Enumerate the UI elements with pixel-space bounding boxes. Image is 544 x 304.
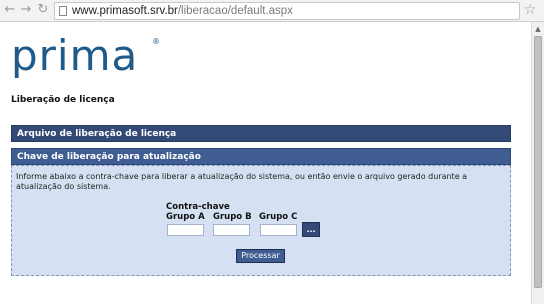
forward-arrow-icon[interactable]: → [18,2,34,18]
url-text: www.primasoft.srv.br/liberacao/default.a… [72,4,293,18]
back-arrow-icon[interactable]: ← [2,2,18,18]
browse-button[interactable]: ... [302,222,320,237]
section-file-release[interactable]: Arquivo de liberação de licença [11,125,511,142]
reload-icon[interactable]: ↻ [35,2,51,18]
url-domain: www.primasoft.srv.br [72,5,178,17]
group-c-label: Grupo C [259,212,298,222]
url-path: /liberacao/default.aspx [177,5,293,17]
group-a-input[interactable] [167,224,204,236]
address-bar[interactable]: www.primasoft.srv.br/liberacao/default.a… [54,2,520,20]
star-icon[interactable]: ☆ [522,2,538,18]
scroll-thumb[interactable] [534,36,542,288]
page-title: Liberação de licença [11,95,115,105]
process-button[interactable]: Processar [236,249,285,263]
logo-text: prima [11,31,138,78]
page-icon [59,6,67,16]
browser-toolbar: ← → ↻ www.primasoft.srv.br/liberacao/def… [0,0,544,22]
contra-chave-label: Contra-chave [166,202,230,212]
info-text: Informe abaixo a contra-chave para liber… [16,172,468,191]
group-a-label: Grupo A [166,212,205,222]
group-c-input[interactable] [260,224,297,236]
prima-logo: prima ® [11,31,160,78]
group-b-input[interactable] [213,224,250,236]
section-update-key[interactable]: Chave de liberação para atualização [11,148,511,165]
registered-mark: ® [152,37,160,46]
scroll-up-icon[interactable]: ▲ [532,24,544,34]
group-b-label: Grupo B [213,212,252,222]
page-scrollbar[interactable]: ▲ [531,22,544,304]
